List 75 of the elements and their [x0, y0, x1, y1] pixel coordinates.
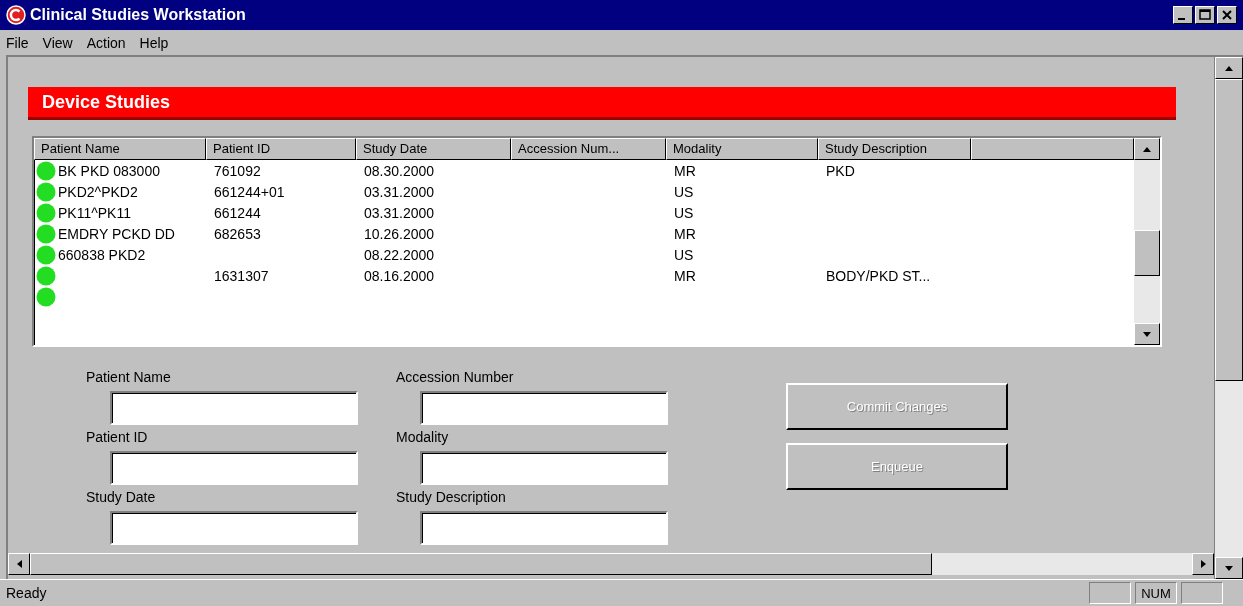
field-label: Accession Number — [396, 369, 515, 387]
scroll-thumb[interactable] — [30, 553, 932, 575]
status-dot-icon — [36, 286, 56, 307]
table-cell: PKD2^PKD2 — [58, 183, 138, 200]
input-field[interactable] — [110, 391, 358, 425]
menu-item[interactable]: Action — [86, 34, 126, 51]
panel-header: Device Studies — [28, 87, 1176, 120]
close-button[interactable] — [1217, 6, 1237, 24]
menu-item[interactable]: View — [42, 34, 73, 51]
status-dot-icon — [36, 202, 56, 223]
status-indicator: NUM — [1135, 582, 1177, 604]
table-cell: 661244+01 — [214, 183, 285, 200]
column-header[interactable]: Patient Name — [34, 138, 206, 160]
table-cell: 08.30.2000 — [364, 162, 435, 179]
table-cell: PKD — [826, 162, 855, 179]
column-header[interactable]: Study Date — [356, 138, 511, 160]
table-cell: MR — [674, 162, 696, 179]
scroll-thumb[interactable] — [1134, 230, 1160, 276]
table-cell: MR — [674, 225, 696, 242]
app-logo-icon — [6, 5, 26, 25]
window-title: Clinical Studies Workstation — [30, 6, 247, 24]
status-message: Ready — [6, 585, 48, 601]
input-field[interactable] — [420, 391, 668, 425]
table-cell: 761092 — [214, 162, 261, 179]
table-cell: MR — [674, 267, 696, 284]
scroll-left-arrow-icon[interactable] — [16, 560, 22, 568]
scroll-up-arrow-icon[interactable] — [1225, 65, 1233, 71]
column-header[interactable]: Accession Num... — [511, 138, 666, 160]
scroll-down-arrow-icon[interactable] — [1225, 565, 1233, 571]
maximize-button[interactable] — [1195, 6, 1215, 24]
status-dot-icon — [36, 244, 56, 265]
input-field[interactable] — [420, 451, 668, 485]
status-dot-icon — [36, 265, 56, 286]
table-cell: 03.31.2000 — [364, 183, 435, 200]
table-cell: US — [674, 204, 694, 221]
table-cell: EMDRY PCKD DD — [58, 225, 175, 242]
field-label: Modality — [396, 429, 450, 447]
table-cell: 682653 — [214, 225, 261, 242]
field-label: Study Date — [86, 489, 157, 507]
scroll-up-arrow-icon[interactable] — [1143, 146, 1151, 152]
column-header[interactable]: Modality — [666, 138, 818, 160]
status-pane — [1089, 582, 1131, 604]
field-label: Study Description — [396, 489, 507, 507]
field-label: Patient ID — [86, 429, 149, 447]
column-header[interactable]: Patient ID — [206, 138, 356, 160]
table-cell: 03.31.2000 — [364, 204, 435, 221]
menu-item[interactable]: File — [6, 34, 29, 51]
table-cell: 661244 — [214, 204, 261, 221]
status-pane — [1181, 582, 1223, 604]
table-cell: 10.26.2000 — [364, 225, 435, 242]
table-cell: BK PKD 083000 — [58, 162, 160, 179]
input-field[interactable] — [110, 511, 358, 545]
scroll-thumb[interactable] — [1215, 79, 1243, 381]
table-cell: BODY/PKD ST... — [826, 267, 931, 284]
status-dot-icon — [36, 181, 56, 202]
scroll-down-arrow-icon[interactable] — [1143, 331, 1151, 337]
table-cell: PK11^PK11 — [58, 204, 131, 221]
list-scrollbar[interactable] — [1134, 138, 1160, 345]
input-field[interactable] — [110, 451, 358, 485]
status-dot-icon — [36, 160, 56, 181]
field-label: Patient Name — [86, 369, 172, 387]
menu-item[interactable]: Help — [139, 34, 169, 51]
column-header[interactable]: Study Description — [818, 138, 971, 160]
vertical-scrollbar[interactable] — [1214, 57, 1243, 579]
minimize-button[interactable] — [1173, 6, 1193, 24]
status-dot-icon — [36, 223, 56, 244]
table-cell: US — [674, 246, 694, 263]
scroll-right-arrow-icon[interactable] — [1200, 560, 1206, 568]
table-cell: 08.16.2000 — [364, 267, 435, 284]
table-cell: US — [674, 183, 694, 200]
table-cell: 660838 PKD2 — [58, 246, 146, 263]
table-cell: 1631307 — [214, 267, 269, 284]
table-cell: 08.22.2000 — [364, 246, 435, 263]
input-field[interactable] — [420, 511, 668, 545]
horizontal-scrollbar[interactable] — [8, 553, 1214, 575]
